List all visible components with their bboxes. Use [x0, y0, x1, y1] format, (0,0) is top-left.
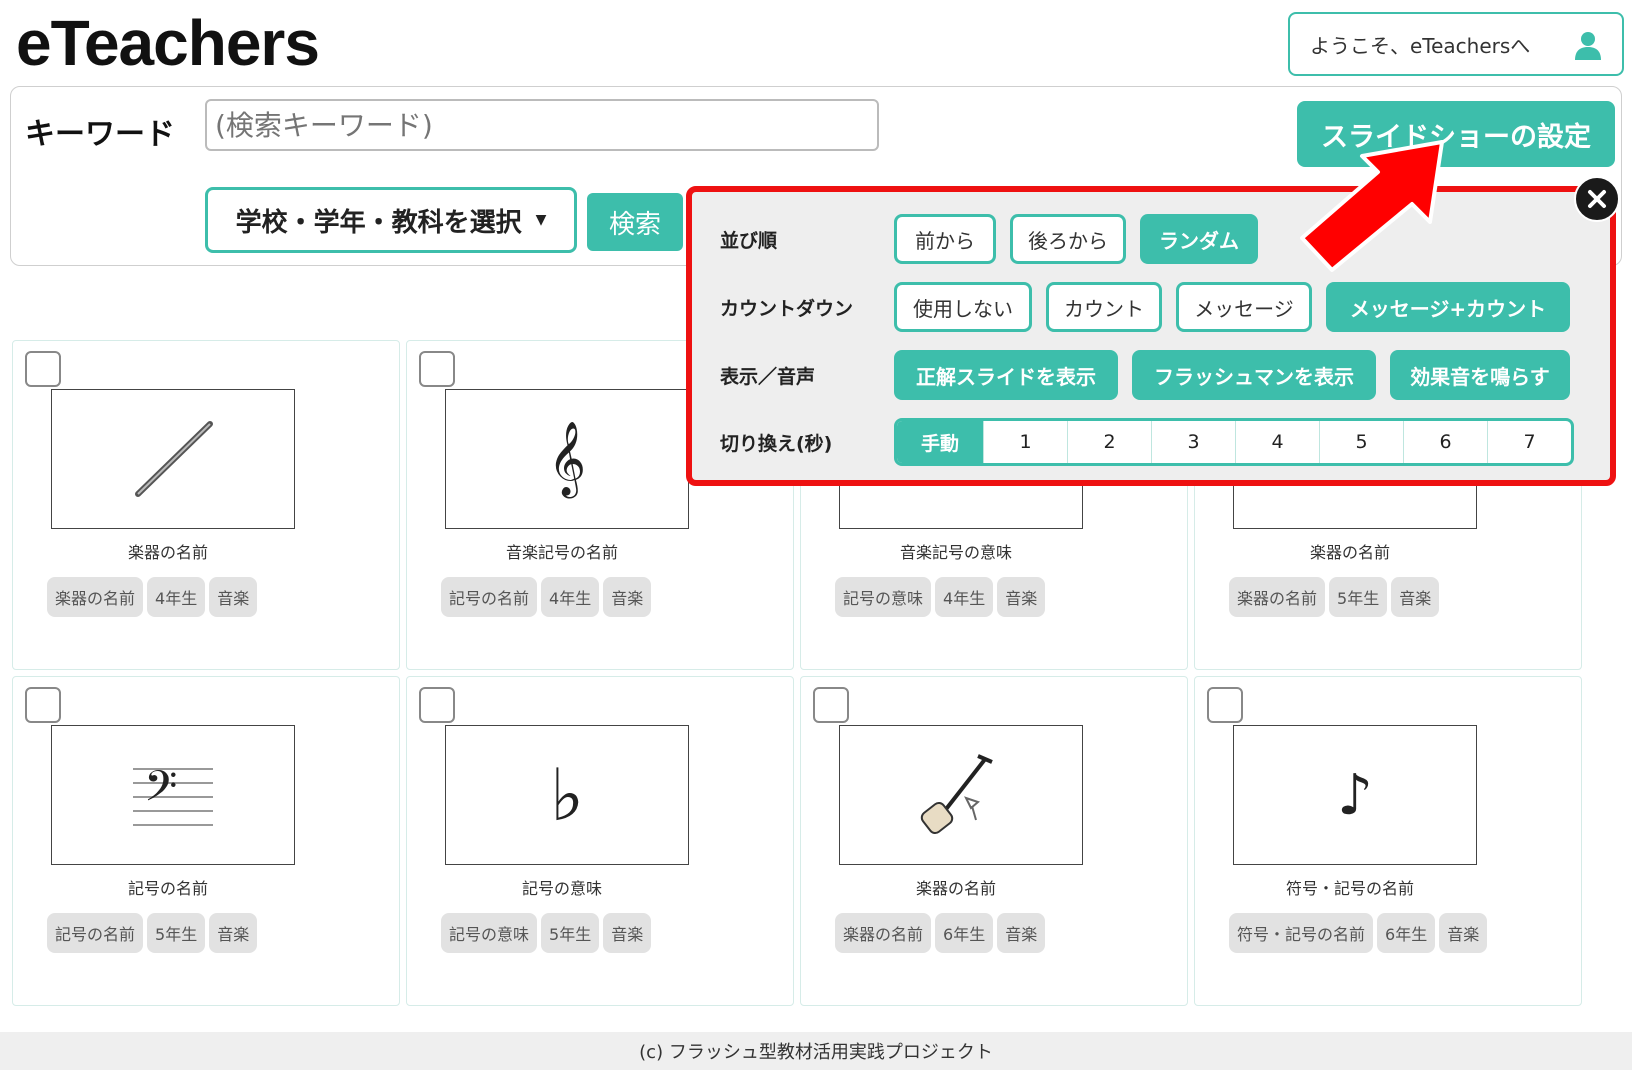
footer-copyright: (c) フラッシュ型教材活用実践プロジェクト [0, 1032, 1632, 1070]
interval-manual[interactable]: 手動 [897, 421, 983, 463]
tag[interactable]: 音楽 [603, 913, 652, 953]
tag[interactable]: 記号の意味 [835, 577, 932, 617]
tag[interactable]: 4年生 [541, 577, 600, 617]
interval-2[interactable]: 2 [1067, 421, 1151, 463]
eighth-note-icon: ♪ [1233, 725, 1477, 865]
card-title: 音楽記号の名前 [505, 543, 618, 562]
card[interactable]: ♪ 符号・記号の名前 符号・記号の名前 6年生 音楽 [1194, 676, 1582, 1006]
interval-7[interactable]: 7 [1487, 421, 1571, 463]
display-audio-label: 表示／音声 [720, 365, 816, 388]
tag[interactable]: 楽器の名前 [835, 913, 932, 953]
user-icon [1575, 32, 1601, 60]
flat-icon: ♭ [445, 725, 689, 865]
sound-effect-toggle[interactable]: 効果音を鳴らす [1390, 350, 1570, 400]
card-checkbox[interactable] [1207, 687, 1243, 723]
tag[interactable]: 記号の名前 [47, 913, 144, 953]
tag[interactable]: 6年生 [1377, 913, 1436, 953]
card-checkbox[interactable] [419, 687, 455, 723]
card-title: 符号・記号の名前 [1285, 879, 1414, 898]
school-grade-subject-select[interactable]: 学校・学年・教科を選択 ▼ [205, 187, 577, 253]
card[interactable]: 楽器の名前 楽器の名前 4年生 音楽 [12, 340, 400, 670]
switch-interval-label: 切り換え(秒) [720, 432, 833, 455]
user-menu[interactable]: ようこそ、eTeachersへ [1288, 12, 1624, 76]
tag[interactable]: 楽器の名前 [47, 577, 144, 617]
card-title: 音楽記号の意味 [899, 543, 1012, 562]
tag[interactable]: 5年生 [1329, 577, 1388, 617]
card-checkbox[interactable] [25, 351, 61, 387]
close-icon [1588, 190, 1606, 208]
order-option-forward[interactable]: 前から [894, 214, 996, 264]
card-title: 記号の意味 [521, 879, 602, 898]
card-title: 楽器の名前 [1309, 543, 1390, 562]
countdown-option-message-count[interactable]: メッセージ+カウント [1326, 282, 1570, 332]
card-checkbox[interactable] [813, 687, 849, 723]
show-flashman-toggle[interactable]: フラッシュマンを表示 [1132, 350, 1376, 400]
site-logo[interactable]: eTeachers [16, 6, 320, 80]
tag[interactable]: 音楽 [1391, 577, 1440, 617]
tag[interactable]: 記号の名前 [441, 577, 538, 617]
bass-clef-icon: 𝄢 [51, 725, 295, 865]
tag[interactable]: 4年生 [935, 577, 994, 617]
tag[interactable]: 符号・記号の名前 [1229, 913, 1374, 953]
card-checkbox[interactable] [419, 351, 455, 387]
countdown-option-count[interactable]: カウント [1046, 282, 1162, 332]
interval-4[interactable]: 4 [1235, 421, 1319, 463]
card-checkbox[interactable] [25, 687, 61, 723]
countdown-label: カウントダウン [720, 297, 854, 320]
order-option-random[interactable]: ランダム [1140, 214, 1258, 264]
tag[interactable]: 音楽 [209, 913, 258, 953]
interval-5[interactable]: 5 [1319, 421, 1403, 463]
keyword-label: キーワード [25, 117, 175, 152]
card-title: 楽器の名前 [915, 879, 996, 898]
card[interactable]: 𝄢 記号の名前 記号の名前 5年生 音楽 [12, 676, 400, 1006]
close-popup-button[interactable] [1574, 176, 1620, 222]
tag[interactable]: 音楽 [603, 577, 652, 617]
order-label: 並び順 [720, 229, 778, 252]
keyword-input[interactable] [205, 99, 879, 151]
select-label: 学校・学年・教科を選択 [235, 207, 522, 238]
flute-icon [51, 389, 295, 529]
treble-clef-icon: 𝄞 [445, 389, 689, 529]
card[interactable]: ♭ 記号の意味 記号の意味 5年生 音楽 [406, 676, 794, 1006]
pointer-arrow-icon [1300, 140, 1444, 272]
search-button[interactable]: 検索 [587, 193, 683, 251]
svg-text:𝄢: 𝄢 [144, 762, 177, 822]
tag[interactable]: 6年生 [935, 913, 994, 953]
countdown-option-message[interactable]: メッセージ [1176, 282, 1312, 332]
tag[interactable]: 音楽 [1439, 913, 1488, 953]
tag[interactable]: 楽器の名前 [1229, 577, 1326, 617]
show-answer-slide-toggle[interactable]: 正解スライドを表示 [894, 350, 1118, 400]
tag[interactable]: 5年生 [147, 913, 206, 953]
switch-interval-selector: 手動 1 2 3 4 5 6 7 [894, 418, 1574, 466]
tag[interactable]: 記号の意味 [441, 913, 538, 953]
interval-3[interactable]: 3 [1151, 421, 1235, 463]
tag[interactable]: 音楽 [209, 577, 258, 617]
interval-6[interactable]: 6 [1403, 421, 1487, 463]
tag[interactable]: 音楽 [997, 913, 1046, 953]
countdown-option-none[interactable]: 使用しない [894, 282, 1032, 332]
welcome-text: ようこそ、eTeachersへ [1310, 33, 1531, 58]
tag[interactable]: 4年生 [147, 577, 206, 617]
caret-down-icon: ▼ [535, 212, 547, 228]
interval-1[interactable]: 1 [983, 421, 1067, 463]
tag[interactable]: 音楽 [997, 577, 1046, 617]
card[interactable]: 楽器の名前 楽器の名前 6年生 音楽 [800, 676, 1188, 1006]
slideshow-settings-popup: 並び順 前から 後ろから ランダム カウントダウン 使用しない カウント メッセ… [686, 186, 1616, 486]
tag[interactable]: 5年生 [541, 913, 600, 953]
shamisen-icon [839, 725, 1083, 865]
card-title: 楽器の名前 [127, 543, 208, 562]
card-title: 記号の名前 [127, 879, 208, 898]
order-option-backward[interactable]: 後ろから [1010, 214, 1126, 264]
